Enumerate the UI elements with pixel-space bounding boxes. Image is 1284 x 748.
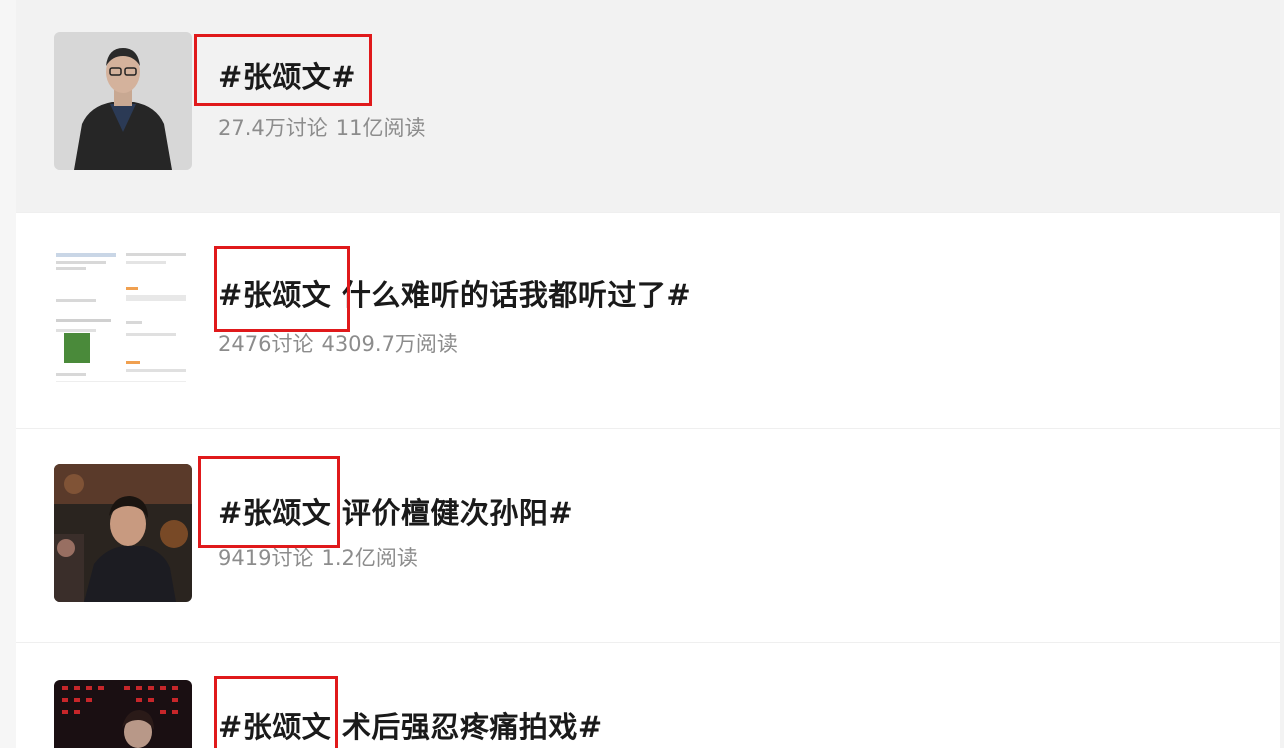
topic-item[interactable]: #张颂文 评价檀健次孙阳# 9419讨论 1.2亿阅读 <box>16 428 1280 643</box>
discussion-count: 9419讨论 <box>218 546 314 570</box>
page-right-margin <box>1280 0 1284 748</box>
topic-thumbnail[interactable] <box>54 249 192 387</box>
topic-item[interactable]: #张颂文 什么难听的话我都听过了# 2476讨论 4309.7万阅读 <box>16 212 1280 429</box>
page-left-margin <box>0 0 16 748</box>
topic-title[interactable]: #张颂文 评价檀健次孙阳# <box>218 490 573 532</box>
read-count: 4309.7万阅读 <box>321 332 458 356</box>
topic-title[interactable]: #张颂文 术后强忍疼痛拍戏# <box>218 704 603 746</box>
topic-item[interactable]: #张颂文# 27.4万讨论 11亿阅读 <box>16 0 1280 213</box>
topic-stats: 27.4万讨论 11亿阅读 <box>218 112 426 142</box>
topic-item[interactable]: #张颂文 术后强忍疼痛拍戏# <box>16 642 1280 748</box>
topic-stats: 9419讨论 1.2亿阅读 <box>218 542 418 572</box>
topic-thumbnail[interactable] <box>54 464 192 602</box>
topic-title[interactable]: #张颂文 什么难听的话我都听过了# <box>218 272 691 314</box>
read-count: 1.2亿阅读 <box>321 546 418 570</box>
discussion-count: 27.4万讨论 <box>218 116 328 140</box>
topic-stats: 2476讨论 4309.7万阅读 <box>218 328 458 358</box>
topic-thumbnail[interactable] <box>54 32 192 170</box>
topic-title[interactable]: #张颂文# <box>218 54 356 96</box>
topic-search-results: #张颂文# 27.4万讨论 11亿阅读 #张颂文 什么难听的话我都听过了# 24… <box>0 0 1284 748</box>
topic-thumbnail[interactable] <box>54 680 192 748</box>
discussion-count: 2476讨论 <box>218 332 314 356</box>
read-count: 11亿阅读 <box>335 116 426 140</box>
